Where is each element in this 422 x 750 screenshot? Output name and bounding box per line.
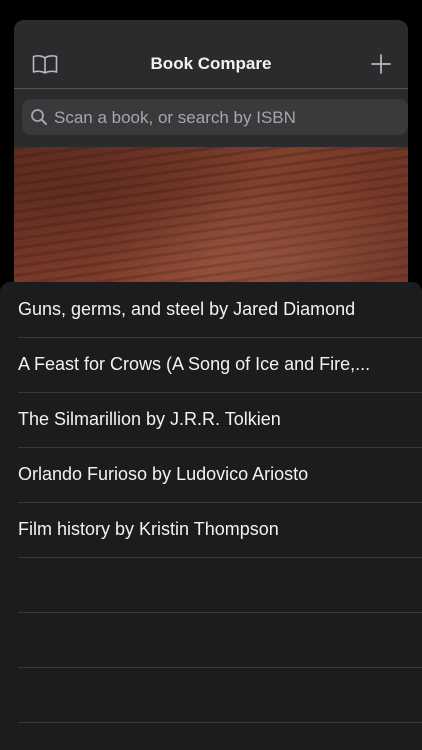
page-title: Book Compare — [150, 54, 272, 73]
list-item-label: Orlando Furioso by Ludovico Ariosto — [18, 464, 309, 484]
list-item-label: Film history by Kristin Thompson — [18, 519, 279, 539]
list-item[interactable]: A Feast for Crows (A Song of Ice and Fir… — [18, 337, 422, 393]
list-item[interactable]: Orlando Furioso by Ludovico Ariosto — [18, 447, 422, 503]
list-item-empty — [18, 557, 422, 613]
app-card: Book Compare Scan a book, or search by I… — [14, 20, 408, 300]
camera-preview-shading — [14, 147, 408, 300]
results-list: Guns, germs, and steel by Jared Diamond … — [0, 282, 422, 750]
search-input[interactable]: Scan a book, or search by ISBN — [22, 99, 408, 135]
list-item-label: The Silmarillion by J.R.R. Tolkien — [18, 409, 281, 429]
plus-icon[interactable] — [370, 53, 392, 80]
list-item-empty — [18, 667, 422, 723]
camera-preview — [14, 147, 408, 300]
list-item-label: Guns, germs, and steel by Jared Diamond — [18, 299, 356, 319]
navigation-bar: Book Compare — [14, 20, 408, 88]
search-bar: Scan a book, or search by ISBN — [14, 89, 408, 147]
list-item[interactable]: The Silmarillion by J.R.R. Tolkien — [18, 392, 422, 448]
search-icon — [30, 108, 48, 131]
search-placeholder: Scan a book, or search by ISBN — [54, 108, 296, 127]
list-item[interactable]: Film history by Kristin Thompson — [18, 502, 422, 558]
list-item-label: A Feast for Crows (A Song of Ice and Fir… — [18, 354, 371, 374]
list-item[interactable]: Guns, germs, and steel by Jared Diamond — [18, 282, 422, 338]
list-item-empty — [18, 612, 422, 668]
